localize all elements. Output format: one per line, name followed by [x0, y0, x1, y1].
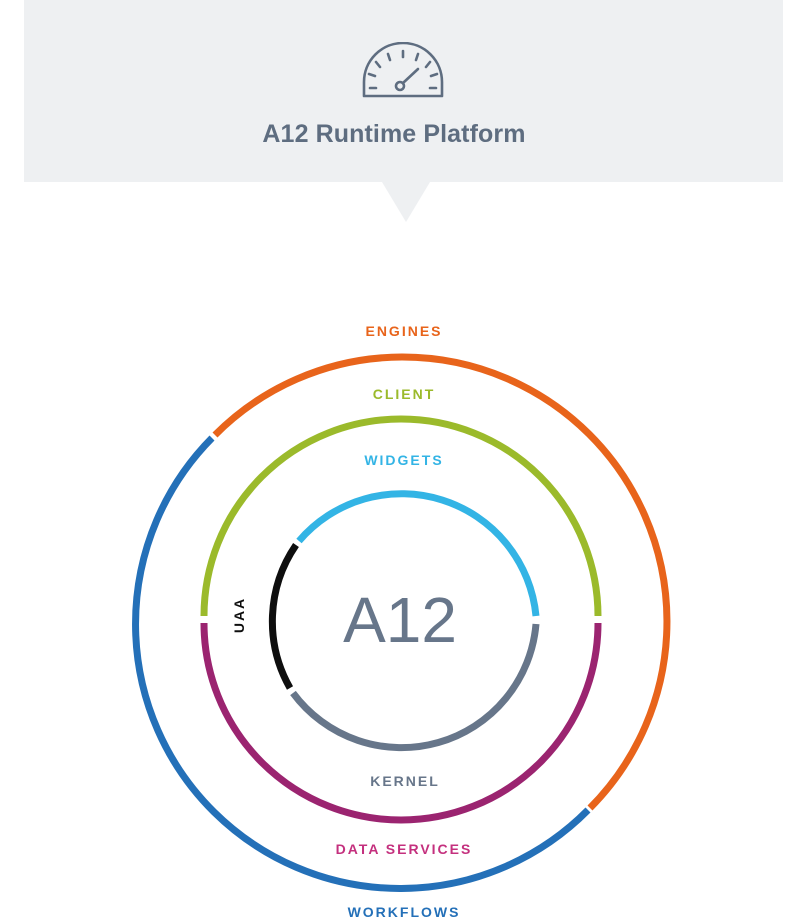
header-pointer	[382, 182, 430, 222]
label-engines: ENGINES	[365, 323, 442, 339]
label-client: CLIENT	[373, 386, 436, 402]
architecture-diagram: ENGINES CLIENT WIDGETS UAA A12 KERNEL DA…	[132, 323, 671, 920]
label-uaa: UAA	[231, 597, 247, 633]
center-label: A12	[343, 584, 457, 656]
label-workflows: WORKFLOWS	[348, 904, 461, 920]
ring-workflows	[132, 435, 591, 892]
label-kernel: KERNEL	[370, 773, 440, 789]
page-title: A12 Runtime Platform	[262, 120, 526, 148]
label-widgets: WIDGETS	[364, 452, 443, 468]
ring-uaa	[268, 543, 299, 690]
label-data-services: DATA SERVICES	[336, 841, 473, 857]
speedometer-icon	[362, 42, 444, 98]
